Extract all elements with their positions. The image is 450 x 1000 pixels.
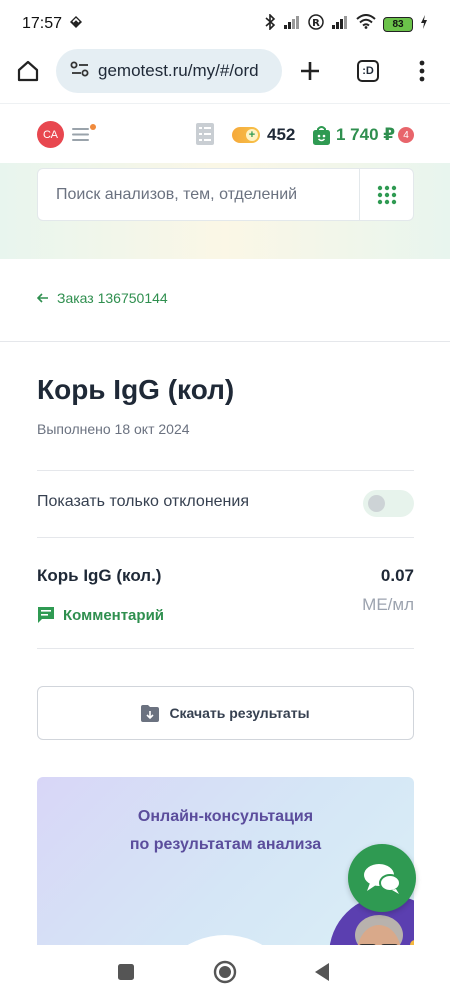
hamburger-icon	[72, 128, 89, 141]
tab-switcher-button[interactable]: :D	[352, 55, 384, 87]
catalog-grid-button[interactable]	[359, 169, 413, 220]
system-navigation-bar	[0, 945, 450, 1000]
roaming-icon: R	[308, 13, 324, 35]
page-title: Корь IgG (кол)	[37, 374, 235, 405]
chat-bubbles-icon	[364, 864, 401, 894]
comment-label: Комментарий	[63, 606, 165, 624]
comment-icon	[38, 607, 54, 623]
comment-link[interactable]: Комментарий	[37, 606, 164, 624]
tab-switcher-icon: :D	[357, 60, 379, 82]
avatar[interactable]: СА	[37, 121, 64, 148]
svg-text:R: R	[312, 18, 320, 29]
document-list-icon	[196, 123, 214, 145]
charging-icon	[420, 14, 428, 34]
browser-menu-button[interactable]	[406, 55, 438, 87]
signal-2-icon	[331, 15, 349, 34]
toggle-knob	[368, 495, 385, 512]
url-text: gemotest.ru/my/#/ord	[98, 61, 259, 80]
bonus-points: 452	[267, 125, 296, 144]
deviations-filter-label: Показать только отклонения	[37, 493, 249, 510]
search-box	[37, 168, 414, 221]
home-icon	[17, 60, 39, 82]
grid-dots-icon	[377, 185, 396, 204]
signal-icon	[283, 15, 301, 34]
circle-icon	[213, 960, 237, 984]
divider	[37, 537, 414, 538]
home-nav-button[interactable]	[205, 952, 245, 992]
cart-total[interactable]: 1 740 ₽	[336, 125, 395, 145]
divider	[37, 470, 414, 471]
more-vert-icon	[419, 60, 425, 82]
orders-button[interactable]	[196, 123, 214, 150]
triangle-back-icon	[315, 963, 329, 981]
browser-toolbar: gemotest.ru/my/#/ord :D	[0, 48, 450, 102]
search-input[interactable]	[38, 169, 359, 220]
recent-apps-button[interactable]	[106, 952, 146, 992]
menu-notification-dot	[90, 124, 96, 130]
download-results-button[interactable]: Скачать результаты	[37, 686, 414, 740]
square-icon	[118, 964, 134, 980]
result-value: 0.07	[380, 566, 414, 585]
new-tab-button[interactable]	[294, 55, 326, 87]
back-to-order-link[interactable]: Заказ 136750144	[37, 290, 168, 306]
plus-icon	[301, 62, 319, 80]
chat-button[interactable]	[348, 844, 416, 912]
status-bar: 17:57 R 83	[0, 0, 450, 48]
result-name: Корь IgG (кол.)	[37, 566, 162, 585]
shopping-bag-icon	[313, 126, 330, 145]
address-bar[interactable]: gemotest.ru/my/#/ord	[56, 49, 282, 93]
cart-count-badge: 4	[398, 127, 414, 143]
battery-indicator: 83	[383, 16, 413, 32]
promo-title-line-2: по результатам анализа	[129, 836, 322, 853]
divider	[37, 648, 414, 649]
result-unit: МЕ/мл	[362, 595, 414, 614]
home-button[interactable]	[12, 55, 44, 87]
bluetooth-icon	[264, 12, 276, 35]
app-notification-icon	[68, 15, 84, 34]
divider	[0, 341, 450, 342]
promo-title-line-1: Онлайн-консультация	[137, 808, 314, 825]
download-label: Скачать результаты	[169, 705, 310, 721]
back-nav-button[interactable]	[302, 952, 342, 992]
site-settings-icon[interactable]	[70, 61, 90, 82]
status-time: 17:57	[22, 15, 63, 32]
bonus-points-button[interactable]: +	[232, 127, 260, 143]
wifi-icon	[356, 14, 376, 34]
download-folder-icon	[141, 704, 160, 722]
deviations-toggle[interactable]	[363, 490, 414, 517]
cart-button[interactable]	[313, 125, 330, 150]
completed-date: Выполнено 18 окт 2024	[37, 421, 190, 437]
arrow-left-icon	[37, 293, 48, 303]
plus-coin-icon: +	[246, 129, 258, 141]
back-link-label: Заказ 136750144	[57, 290, 168, 306]
